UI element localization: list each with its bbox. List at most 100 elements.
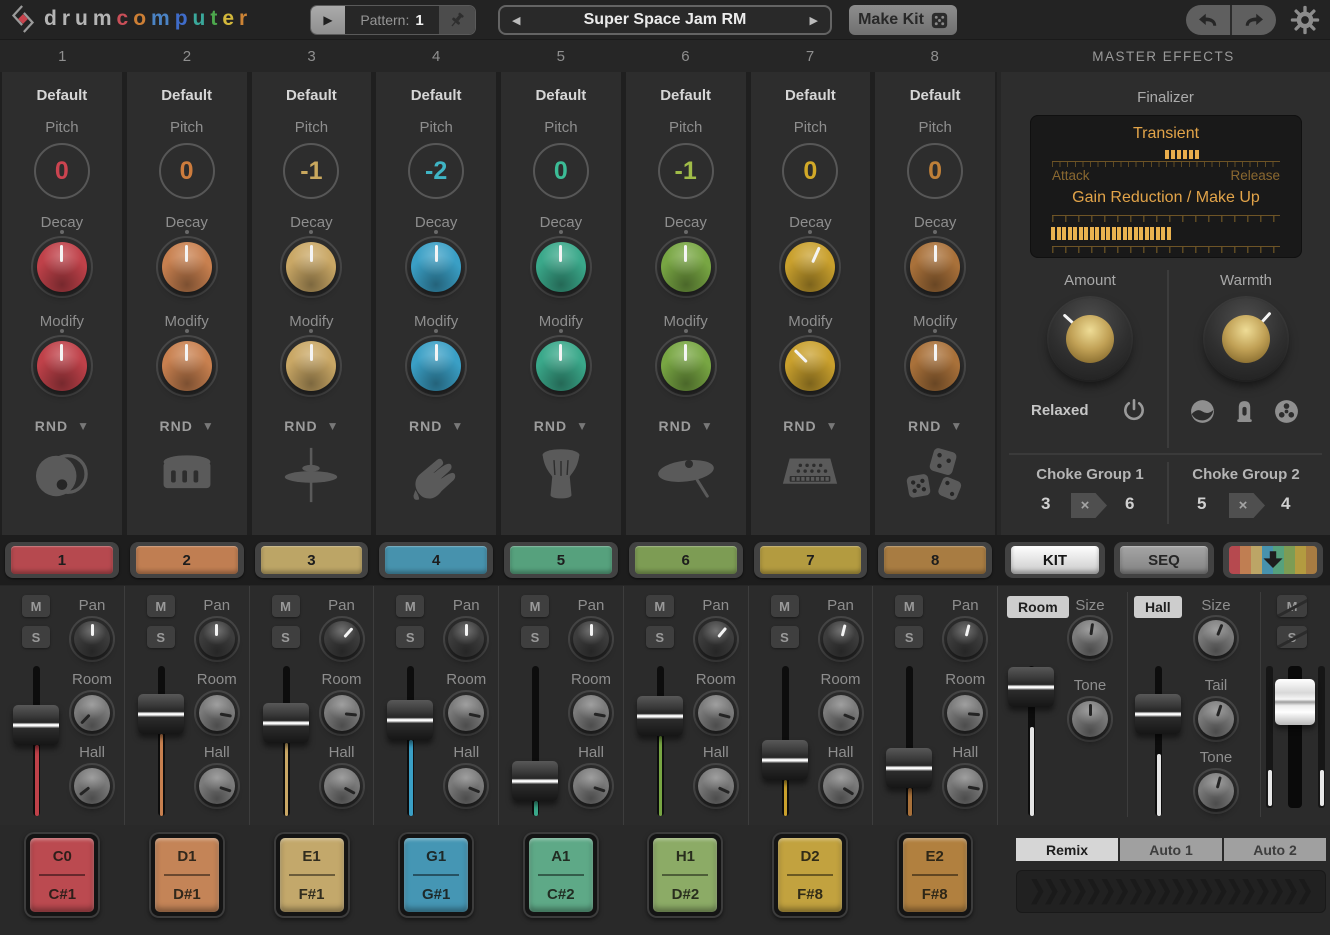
rnd-control[interactable]: RND▼ (35, 418, 89, 434)
hall-send-knob[interactable] (448, 768, 484, 804)
decay-knob[interactable] (411, 242, 461, 292)
channel-2-button[interactable]: 2 (130, 542, 244, 578)
channel-7-button[interactable]: 7 (754, 542, 868, 578)
room-size-knob[interactable] (1072, 620, 1108, 656)
hall-send-knob[interactable] (324, 768, 360, 804)
pad-3[interactable]: E1F#1 (274, 832, 350, 918)
amount-knob[interactable] (1049, 298, 1131, 380)
channel-preset-name[interactable]: Default (161, 87, 212, 104)
channel-preset-name[interactable]: Default (286, 87, 337, 104)
modify-knob[interactable] (286, 341, 336, 391)
saturation-mode-button[interactable] (1189, 398, 1216, 430)
modify-knob[interactable] (910, 341, 960, 391)
tab-kit[interactable]: KIT (1005, 542, 1105, 578)
pan-knob[interactable] (74, 621, 110, 657)
choke-group-1-left[interactable]: 3 (1041, 494, 1050, 514)
undo-button[interactable] (1186, 5, 1232, 35)
solo-button[interactable]: S (521, 626, 549, 648)
mute-button[interactable]: M (147, 595, 175, 617)
hall-reverb-button[interactable]: Hall (1134, 596, 1182, 618)
pan-knob[interactable] (698, 621, 734, 657)
synth-icon[interactable] (779, 444, 841, 506)
auto1-button[interactable]: Auto 1 (1120, 838, 1222, 861)
room-send-knob[interactable] (698, 695, 734, 731)
choke-group-2-right[interactable]: 4 (1281, 494, 1290, 514)
hall-tone-knob[interactable] (1198, 773, 1234, 809)
pad-1[interactable]: C0C#1 (24, 832, 100, 918)
dice-icon[interactable] (905, 444, 965, 506)
modify-knob[interactable] (536, 341, 586, 391)
hall-send-knob[interactable] (698, 768, 734, 804)
hall-size-knob[interactable] (1198, 620, 1234, 656)
rnd-control[interactable]: RND▼ (284, 418, 338, 434)
mute-button[interactable]: M (396, 595, 424, 617)
play-button[interactable]: ▶ (311, 6, 345, 34)
channel-6-button[interactable]: 6 (629, 542, 743, 578)
channel-preset-name[interactable]: Default (785, 87, 836, 104)
make-kit-button[interactable]: Make Kit (849, 5, 957, 35)
channel-preset-name[interactable]: Default (411, 87, 462, 104)
pad-7[interactable]: D2F#8 (772, 832, 848, 918)
mute-button[interactable]: M (646, 595, 674, 617)
modify-knob[interactable] (37, 341, 87, 391)
tape-mode-button[interactable] (1273, 398, 1300, 430)
room-send-knob[interactable] (448, 695, 484, 731)
preset-browser[interactable]: ◀ Super Space Jam RM ▶ (498, 5, 832, 35)
decay-knob[interactable] (37, 242, 87, 292)
clap-icon[interactable] (406, 444, 466, 506)
choke-group-1-right[interactable]: 6 (1125, 494, 1134, 514)
rnd-control[interactable]: RND▼ (160, 418, 214, 434)
pan-knob[interactable] (448, 621, 484, 657)
channel-4-button[interactable]: 4 (379, 542, 493, 578)
solo-button[interactable]: S (895, 626, 923, 648)
room-send-knob[interactable] (823, 695, 859, 731)
hall-return-fader[interactable] (1135, 666, 1181, 816)
channel-fader[interactable] (13, 666, 59, 816)
room-send-knob[interactable] (947, 695, 983, 731)
redo-button[interactable] (1232, 5, 1276, 35)
solo-button[interactable]: S (272, 626, 300, 648)
mute-button[interactable]: M (895, 595, 923, 617)
solo-button[interactable]: S (771, 626, 799, 648)
room-return-fader[interactable] (1008, 666, 1054, 816)
modify-knob[interactable] (162, 341, 212, 391)
rnd-control[interactable]: RND▼ (409, 418, 463, 434)
modify-knob[interactable] (411, 341, 461, 391)
djembe-icon[interactable] (533, 444, 589, 506)
channel-fader[interactable] (512, 666, 558, 816)
cymbal-icon[interactable] (654, 444, 718, 506)
channel-fader[interactable] (138, 666, 184, 816)
decay-knob[interactable] (785, 242, 835, 292)
pitch-control[interactable]: -1 (283, 143, 339, 199)
pitch-control[interactable]: 0 (34, 143, 90, 199)
hall-send-knob[interactable] (823, 768, 859, 804)
channel-fader[interactable] (637, 666, 683, 816)
pan-knob[interactable] (199, 621, 235, 657)
channel-3-button[interactable]: 3 (255, 542, 369, 578)
channel-preset-name[interactable]: Default (910, 87, 961, 104)
pitch-control[interactable]: 0 (159, 143, 215, 199)
pan-knob[interactable] (823, 621, 859, 657)
channel-8-button[interactable]: 8 (878, 542, 992, 578)
preset-prev-button[interactable]: ◀ (506, 7, 526, 33)
remix-pattern-display[interactable] (1016, 870, 1326, 913)
channel-preset-name[interactable]: Default (660, 87, 711, 104)
rnd-control[interactable]: RND▼ (783, 418, 837, 434)
room-send-knob[interactable] (74, 695, 110, 731)
modify-knob[interactable] (661, 341, 711, 391)
hall-send-knob[interactable] (74, 768, 110, 804)
choke-group-2-badge[interactable]: × (1229, 493, 1265, 518)
solo-button[interactable]: S (147, 626, 175, 648)
channel-preset-name[interactable]: Default (36, 87, 87, 104)
snare-drum-icon[interactable] (157, 444, 217, 506)
mute-button[interactable]: M (771, 595, 799, 617)
pad-6[interactable]: H1D#2 (647, 832, 723, 918)
pitch-control[interactable]: 0 (533, 143, 589, 199)
hall-send-knob[interactable] (947, 768, 983, 804)
kit-dropdown-button[interactable] (1223, 542, 1323, 578)
channel-fader[interactable] (886, 666, 932, 816)
modify-knob[interactable] (785, 341, 835, 391)
hihat-icon[interactable] (280, 444, 342, 506)
tube-mode-button[interactable] (1231, 398, 1258, 430)
channel-1-button[interactable]: 1 (5, 542, 119, 578)
